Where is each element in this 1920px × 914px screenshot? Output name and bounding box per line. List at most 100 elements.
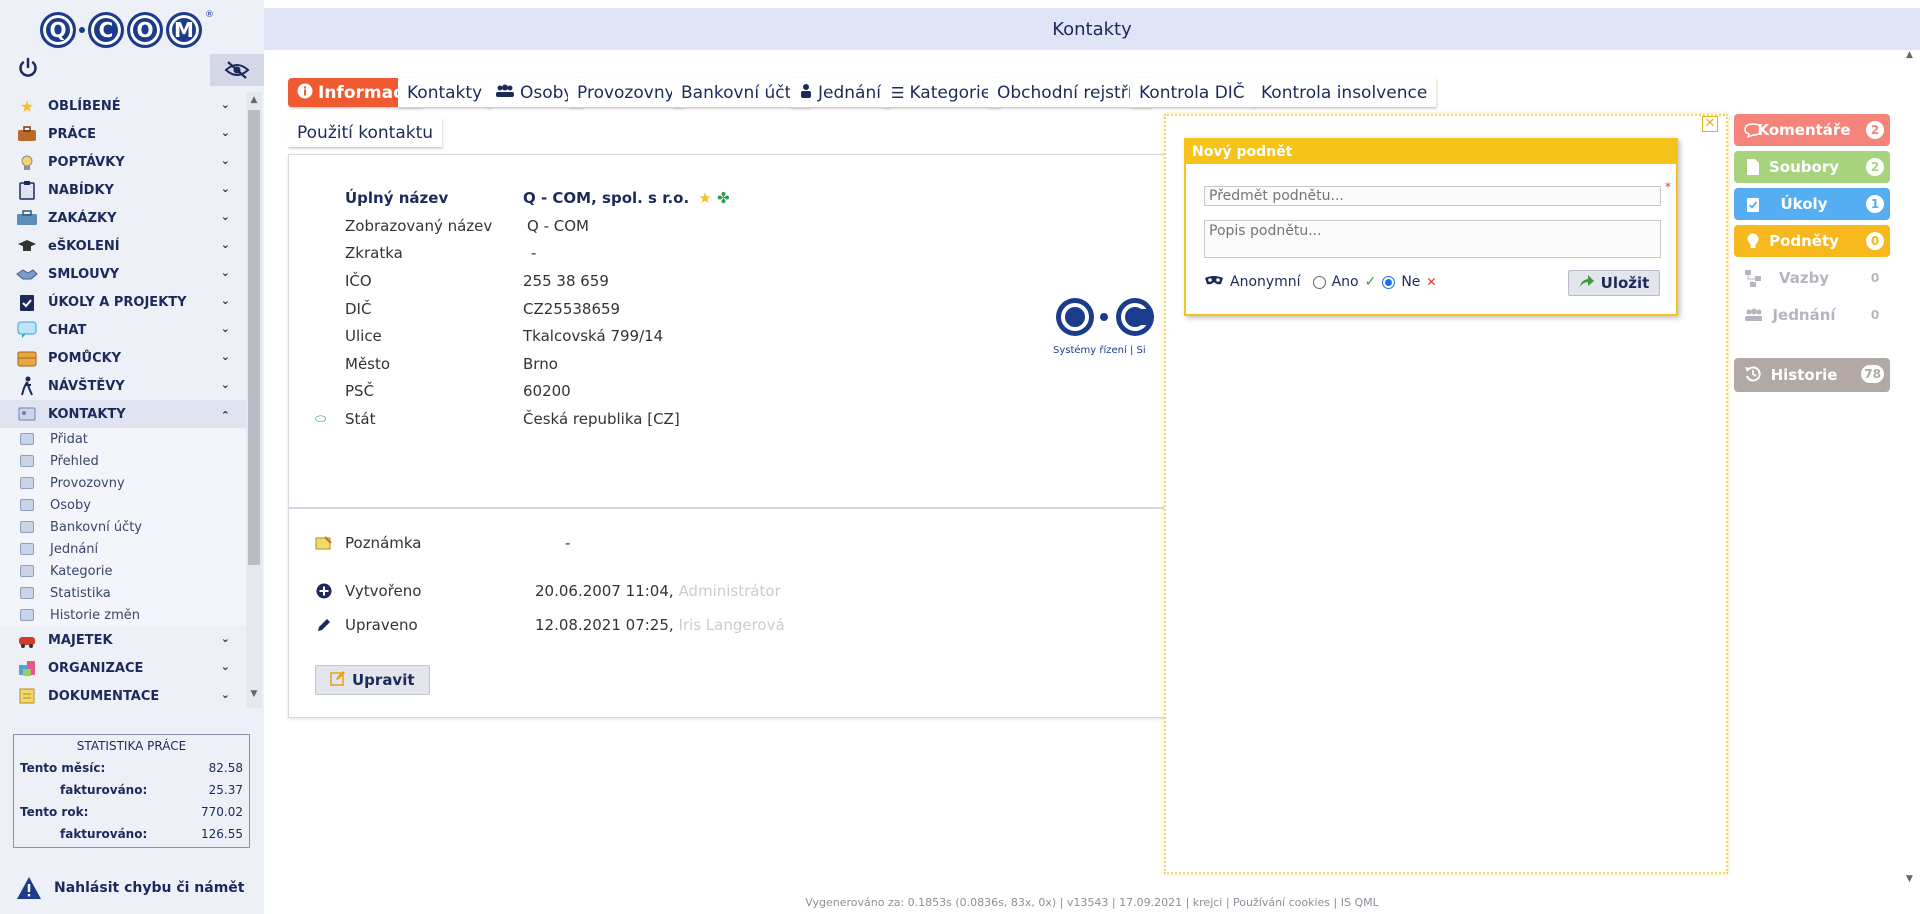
menu-item-pomucky[interactable]: POMŮCKY ⌄ [0, 344, 246, 372]
anonymous-row: Anonymní Ano ✓ Ne ✕ [1204, 272, 1436, 292]
menu-item-zakazky[interactable]: ZAKÁZKY ⌄ [0, 204, 246, 232]
stats-value: 82.58 [208, 761, 243, 775]
tab-label: Kontrola DIČ [1139, 82, 1245, 103]
submenu-label: Bankovní účty [50, 519, 142, 535]
menu-label: SMLOUVY [48, 266, 120, 282]
save-button[interactable]: Uložit [1568, 270, 1660, 296]
clipboard-icon [16, 180, 38, 200]
menu-item-organizace[interactable]: ORGANIZACE ⌄ [0, 654, 246, 682]
menu-item-poptavky[interactable]: POPTÁVKY ⌄ [0, 148, 246, 176]
scroll-down-arrow-icon[interactable]: ▼ [248, 688, 260, 700]
kontakty-submenu: Přidat Přehled Provozovny Osoby Bankovní… [0, 428, 246, 626]
comments-button[interactable]: Komentáře 2 [1734, 114, 1890, 146]
field-abbreviation: Zkratka - [289, 238, 1189, 268]
eye-slash-icon [224, 61, 250, 79]
history-label: Historie [1770, 366, 1838, 384]
files-button[interactable]: Soubory 2 [1734, 151, 1890, 183]
check-icon: ✓ [1364, 274, 1377, 290]
tab-pouziti-kontaktu[interactable]: Použití kontaktu [288, 118, 443, 148]
submenu-item-historie-zmen[interactable]: Historie změn [0, 604, 246, 626]
logo-letter: Q [40, 12, 76, 48]
briefcase-icon [16, 124, 38, 144]
menu-item-dokumentace[interactable]: DOKUMENTACE ⌄ [0, 682, 246, 708]
menu-item-prace[interactable]: PRÁCE ⌄ [0, 120, 246, 148]
tab-kontrola-insolvence[interactable]: Kontrola insolvence [1252, 78, 1437, 108]
sidebar-scroll-thumb[interactable] [248, 110, 260, 565]
puzzle-icon[interactable]: ✤ [717, 189, 730, 207]
modified-user[interactable]: Iris Langerová [678, 616, 784, 634]
menu-item-oblibene[interactable]: ★ OBLÍBENÉ ⌄ [0, 92, 246, 120]
submenu-item-statistika[interactable]: Statistika [0, 582, 246, 604]
stats-row: Tento měsíc: 82.58 [20, 757, 243, 779]
edit-button[interactable]: Upravit [315, 665, 430, 695]
subject-input[interactable] [1204, 186, 1661, 206]
anonymous-yes-radio[interactable] [1312, 275, 1326, 289]
field-value: Česká republika [CZ] [523, 410, 680, 428]
menu-item-chat[interactable]: CHAT ⌄ [0, 316, 246, 344]
chevron-down-icon: ⌄ [220, 632, 230, 645]
submenu-item-kategorie[interactable]: Kategorie [0, 560, 246, 582]
menu-label: NÁVŠTĚVY [48, 378, 125, 394]
stats-title: STATISTIKA PRÁCE [76, 739, 187, 753]
tab-obchodni-rejstrik[interactable]: Obchodní rejstřík [988, 78, 1152, 108]
main-scrollbar[interactable]: ▲ ▼ [1902, 50, 1920, 890]
warning-icon [17, 877, 41, 899]
field-ico: IČO 255 38 659 [289, 266, 1189, 296]
tasks-count: 1 [1866, 195, 1884, 213]
sidebar: Q C O M ® ★ OBLÍBENÉ ⌄ PRÁCE ⌄ POPTÁVKY … [0, 0, 264, 914]
menu-item-ukoly[interactable]: ÚKOLY A PROJEKTY ⌄ [0, 288, 246, 316]
tab-kontrola-dic[interactable]: Kontrola DIČ [1130, 78, 1254, 108]
scroll-up-arrow-icon[interactable]: ▲ [1906, 50, 1913, 60]
tasks-button[interactable]: Úkoly 1 [1734, 188, 1890, 220]
history-count: 78 [1861, 365, 1884, 383]
new-issue-title: Nový podnět [1186, 140, 1676, 164]
tab-kontakty[interactable]: Kontakty [398, 78, 492, 108]
menu-label: PRÁCE [48, 126, 97, 142]
submenu-item-prehled[interactable]: Přehled [0, 450, 246, 472]
submenu-item-osoby[interactable]: Osoby [0, 494, 246, 516]
scroll-down-arrow-icon[interactable]: ▼ [1906, 874, 1913, 884]
sidebar-scrollbar[interactable]: ▲ ▼ [246, 92, 262, 708]
submenu-item-provozovny[interactable]: Provozovny [0, 472, 246, 494]
app-root: Q C O M ® ★ OBLÍBENÉ ⌄ PRÁCE ⌄ POPTÁVKY … [0, 0, 1920, 914]
clipboard-check-icon [16, 292, 38, 312]
scroll-up-arrow-icon[interactable]: ▲ [248, 94, 260, 106]
menu-item-navstevy[interactable]: NÁVŠTĚVY ⌄ [0, 372, 246, 400]
menu-item-nabidky[interactable]: NABÍDKY ⌄ [0, 176, 246, 204]
submenu-label: Statistika [50, 585, 111, 601]
field-label: DIČ [345, 300, 372, 318]
issues-button[interactable]: Podněty 0 [1734, 225, 1890, 257]
description-input[interactable] [1204, 220, 1661, 258]
submenu-label: Přidat [50, 431, 88, 447]
history-button[interactable]: Historie 78 [1734, 358, 1890, 392]
menu-item-kontakty[interactable]: KONTAKTY ⌃ [0, 400, 246, 428]
meetings-button[interactable]: Jednání 0 [1734, 299, 1890, 331]
favorite-star-icon[interactable]: ★ [698, 189, 711, 207]
submenu-label: Jednání [50, 541, 99, 557]
tab-kategorie[interactable]: ☰ Kategorie [882, 78, 1001, 108]
work-statistics: STATISTIKA PRÁCE Tento měsíc: 82.58 faktu… [13, 734, 250, 848]
menu-item-eskoleni[interactable]: eŠKOLENÍ ⌄ [0, 232, 246, 260]
field-label: PSČ [345, 382, 375, 400]
hide-eye-button[interactable] [210, 54, 264, 86]
contact-card-icon [20, 543, 34, 555]
submenu-item-jednani[interactable]: Jednání [0, 538, 246, 560]
submenu-item-pridat[interactable]: Přidat [0, 428, 246, 450]
menu-item-majetek[interactable]: MAJETEK ⌄ [0, 626, 246, 654]
anonymous-no-radio[interactable] [1382, 275, 1396, 289]
report-bug-button[interactable]: Nahlásit chybu či námět [0, 862, 264, 914]
note-label: Poznámka [345, 534, 422, 552]
close-icon[interactable]: ✕ [1702, 116, 1718, 132]
submenu-item-bankovni-ucty[interactable]: Bankovní účty [0, 516, 246, 538]
tab-jednani[interactable]: Jednání [790, 78, 890, 108]
handshake-icon [16, 264, 38, 284]
tab-provozovny[interactable]: Provozovny [568, 78, 684, 108]
menu-item-smlouvy[interactable]: SMLOUVY ⌄ [0, 260, 246, 288]
stats-label: Tento měsíc: [20, 761, 106, 775]
power-icon[interactable] [16, 56, 40, 80]
created-user[interactable]: Administrátor [678, 582, 780, 600]
field-value: - [531, 244, 537, 262]
relations-button[interactable]: Vazby 0 [1734, 262, 1890, 294]
mask-icon [1204, 274, 1224, 290]
qcom-logo[interactable]: Q C O M ® [40, 8, 214, 52]
